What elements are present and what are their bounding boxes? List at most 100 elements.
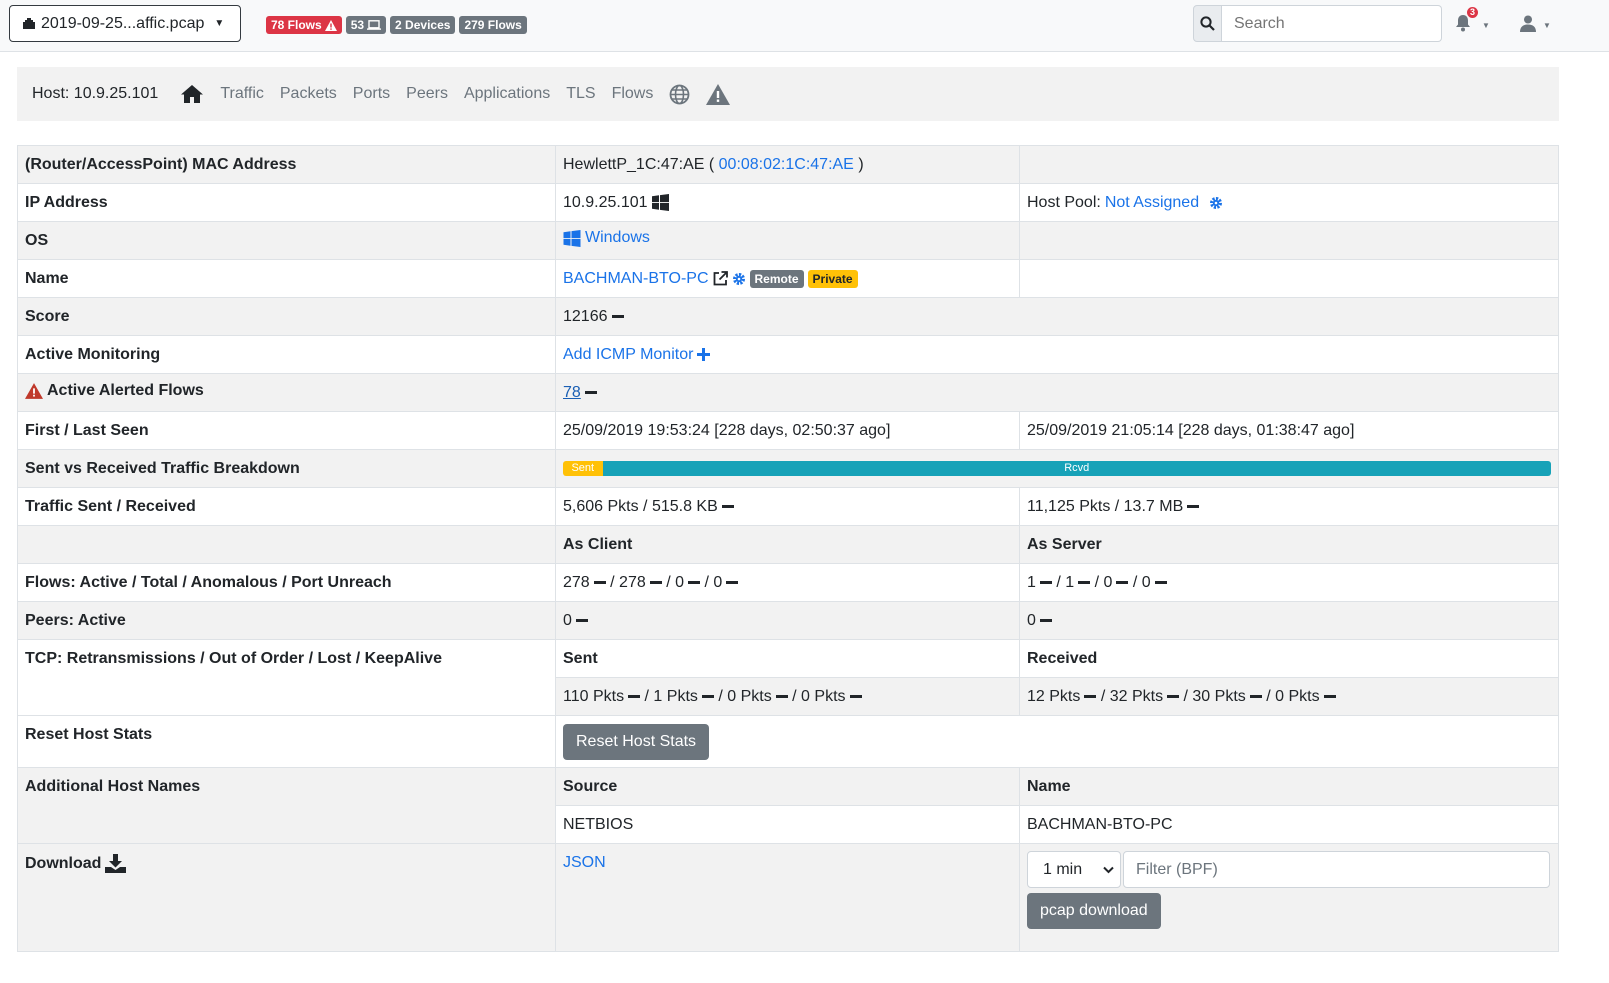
home-tab[interactable] [180, 84, 204, 104]
search-input[interactable] [1222, 5, 1442, 42]
os-value-cell: Windows [555, 221, 1020, 260]
tab-geomap[interactable] [669, 84, 690, 105]
table-row: Sent vs Received Traffic Breakdown Sent … [17, 449, 1559, 488]
empty-cell [1019, 221, 1559, 260]
tcp-stats-label: TCP: Retransmissions / Out of Order / Lo… [17, 639, 556, 716]
plus-icon[interactable] [697, 348, 711, 361]
tcp-sent-keepalive: / 0 Pkts [792, 687, 846, 705]
host-name-link[interactable]: BACHMAN-BTO-PC [563, 270, 709, 288]
duration-select[interactable]: 1 min [1027, 851, 1121, 888]
traffic-breakdown-label: Sent vs Received Traffic Breakdown [17, 449, 556, 488]
empty-cell [1019, 145, 1559, 184]
table-row: Additional Host Names Source Name [17, 767, 1559, 844]
download-label: Download [25, 854, 102, 872]
flows-server-anomalous: / 0 [1094, 573, 1113, 591]
user-dropdown[interactable]: ▼ [1517, 12, 1557, 36]
score-label: Score [17, 297, 556, 336]
tcp-received-out-of-order: / 32 Pkts [1100, 687, 1164, 705]
bpf-filter-input[interactable]: Filter (BPF) [1123, 851, 1550, 888]
trend-stable-icon [1078, 580, 1091, 584]
flows-badge[interactable]: 279 Flows [459, 16, 527, 34]
globe-icon [669, 84, 690, 104]
trend-stable-icon [1323, 694, 1336, 698]
interface-selector[interactable]: 2019-09-25...affic.pcap ▼ [9, 5, 241, 42]
tcp-received-retransmissions: 12 Pkts [1027, 687, 1081, 705]
score-value: 12166 [563, 307, 608, 325]
tcp-sent-lost: / 0 Pkts [718, 687, 772, 705]
tab-packets[interactable]: Packets [280, 85, 337, 103]
trend-stable-icon [628, 694, 641, 698]
peers-server-value: 0 [1027, 611, 1036, 629]
empty-cell [17, 525, 556, 564]
interface-name: 2019-09-25...affic.pcap [41, 14, 205, 32]
peers-client-cell: 0 [555, 601, 1020, 640]
trend-stable-icon [1084, 694, 1097, 698]
host-pool-cell: Host Pool: Not Assigned [1019, 183, 1559, 222]
tab-tls[interactable]: TLS [566, 85, 595, 103]
peers-client-value: 0 [563, 611, 572, 629]
os-link[interactable]: Windows [585, 229, 650, 247]
ethernet-icon [23, 17, 35, 29]
json-download-link[interactable]: JSON [563, 854, 606, 871]
table-row: (Router/AccessPoint) MAC Address Hewlett… [17, 145, 1559, 184]
tab-alerts[interactable] [706, 83, 731, 105]
notifications-dropdown[interactable]: 3 ▼ [1455, 7, 1495, 36]
download-icon [105, 854, 127, 873]
trend-stable-icon [775, 694, 788, 698]
table-row: Reset Host Stats Reset Host Stats [17, 715, 1559, 768]
trend-stable-icon [611, 314, 624, 318]
mac-address-link[interactable]: 00:08:02:1C:47:AE [719, 156, 854, 173]
tab-traffic[interactable]: Traffic [220, 85, 264, 103]
pcap-download-button[interactable]: pcap download [1027, 893, 1161, 929]
traffic-breakdown-cell: Sent Rcvd [555, 449, 1559, 488]
tab-peers[interactable]: Peers [406, 85, 448, 103]
mac-close-paren: ) [858, 155, 864, 173]
trend-stable-icon [721, 504, 734, 508]
host-pool-link[interactable]: Not Assigned [1105, 194, 1199, 212]
flows-client-cell: 278 / 278 / 0 / 0 [555, 563, 1020, 602]
search-button[interactable] [1193, 5, 1222, 42]
table-row: Active Monitoring Add ICMP Monitor [17, 335, 1559, 374]
trend-stable-icon [849, 694, 862, 698]
trend-stable-icon [1167, 694, 1180, 698]
ip-address-label: IP Address [17, 183, 556, 222]
mac-address-label: (Router/AccessPoint) MAC Address [17, 145, 556, 184]
caret-down-icon: ▼ [1482, 21, 1490, 30]
external-link-icon[interactable] [713, 271, 728, 286]
traffic-sent-value: 5,606 Pkts / 515.8 KB [563, 497, 718, 515]
hosts-badge[interactable]: 53 [345, 16, 387, 34]
remote-badge: Remote [749, 269, 804, 288]
hosts-badge-label: 53 [350, 18, 365, 32]
os-label: OS [17, 221, 556, 260]
warning-icon [25, 382, 43, 399]
alerted-flows-link[interactable]: 78 [563, 384, 581, 401]
tcp-sent-out-of-order: / 1 Pkts [644, 687, 698, 705]
reset-host-stats-cell: Reset Host Stats [555, 715, 1559, 768]
search-box [1193, 5, 1442, 42]
trend-stable-icon [1039, 580, 1052, 584]
traffic-sent-cell: 5,606 Pkts / 515.8 KB [555, 487, 1020, 526]
caret-down-icon: ▼ [1543, 21, 1551, 30]
devices-badge[interactable]: 2 Devices [390, 16, 456, 34]
flows-server-port-unreach: / 0 [1132, 573, 1151, 591]
tcp-sent-header: Sent [555, 639, 1020, 678]
empty-cell [1019, 259, 1559, 298]
add-icmp-monitor-link[interactable]: Add ICMP Monitor [563, 346, 693, 364]
trend-stable-icon [649, 580, 662, 584]
gear-icon[interactable] [1209, 196, 1223, 210]
table-row: As Client As Server [17, 525, 1559, 564]
traffic-received-value: 11,125 Pkts / 13.7 MB [1027, 497, 1184, 515]
gear-icon[interactable] [732, 272, 746, 286]
alerted-flows-cell: 78 [555, 373, 1559, 412]
tab-applications[interactable]: Applications [464, 85, 550, 103]
host-details-table: (Router/AccessPoint) MAC Address Hewlett… [17, 145, 1559, 952]
tab-flows[interactable]: Flows [612, 85, 654, 103]
download-json-cell: JSON [555, 843, 1020, 952]
status-badges: 78 Flows 53 2 Devices 279 Flows [266, 16, 527, 34]
reset-host-stats-button[interactable]: Reset Host Stats [563, 723, 710, 760]
sent-segment: Sent [563, 461, 603, 476]
alerted-flows-badge[interactable]: 78 Flows [266, 16, 342, 34]
windows-logo-icon [651, 194, 669, 211]
tab-ports[interactable]: Ports [353, 85, 390, 103]
flows-server-total: / 1 [1056, 573, 1075, 591]
